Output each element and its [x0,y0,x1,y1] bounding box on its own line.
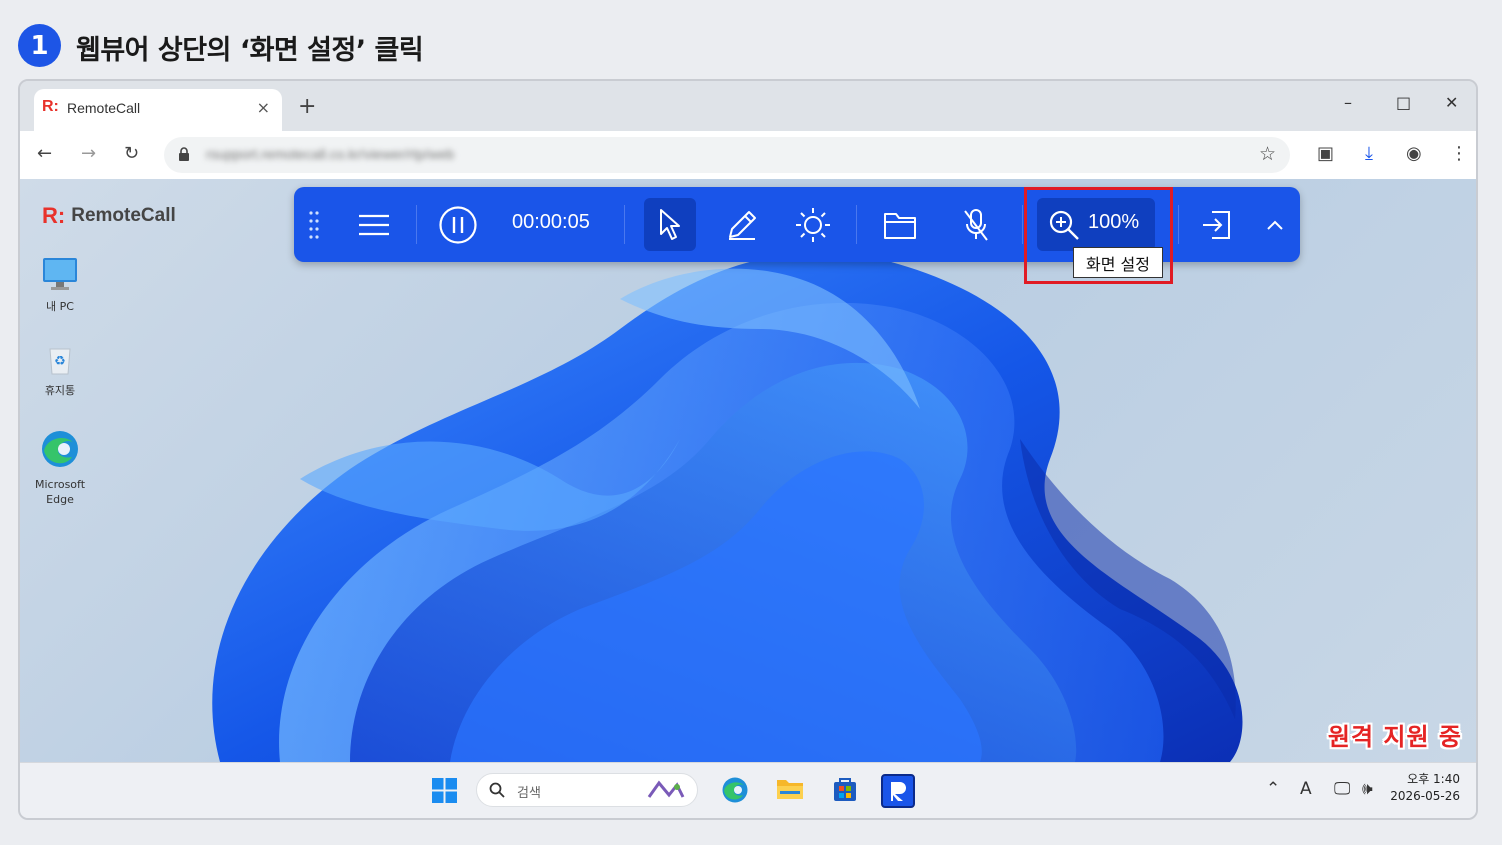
toolbar-separator [1022,205,1023,244]
brand-name: RemoteCall [71,205,176,226]
remote-support-status: 원격 지원 중 [1327,723,1462,751]
toolbar-separator [1178,205,1179,244]
tab-close-icon[interactable]: × [257,98,270,117]
toolbar-separator [624,205,625,244]
laser-pointer-icon[interactable] [791,187,835,262]
volume-icon[interactable]: 🕪 [1362,779,1373,799]
file-explorer-icon[interactable] [776,777,804,801]
more-menu-icon[interactable]: ⋮ [1450,143,1468,164]
windows-bloom-wallpaper [212,252,1243,762]
microsoft-store-icon[interactable] [832,776,858,802]
new-tab-button[interactable]: + [298,94,316,119]
tab-strip: R: RemoteCall × + – □ ✕ [20,81,1476,131]
edge-taskbar-icon[interactable] [721,776,749,804]
microphone-muted-icon[interactable] [954,187,998,262]
recycle-bin-icon: ♻ [49,348,71,375]
ime-indicator[interactable]: A [1300,779,1312,799]
network-icon[interactable]: 🖵 [1334,779,1350,799]
step-number-badge: 1 [18,24,61,67]
drag-handle-icon[interactable] [302,187,326,262]
desktop-icon-label: 내 PC [46,300,74,313]
search-highlight-illustration-icon [647,780,685,798]
callout-highlight-box [1024,187,1173,284]
session-timer: 00:00:05 [512,211,590,233]
monitor-icon [43,258,77,290]
browser-toolbar: ← → ↻ rsupport.remotecall.co.kr/viewer/r… [20,131,1476,179]
desktop-icon-label: Microsoft Edge [34,478,86,506]
menu-icon[interactable] [352,187,396,262]
lock-icon [179,147,189,161]
edge-icon [42,431,78,467]
desktop-icon-edge[interactable]: Microsoft Edge [20,429,100,507]
minimize-button[interactable]: – [1344,93,1352,112]
taskbar-search-box[interactable]: 검색 [476,773,698,807]
exit-session-icon[interactable] [1194,187,1238,262]
reading-mode-icon[interactable]: ▣ [1317,143,1334,164]
browser-window: R: RemoteCall × + – □ ✕ ← → ↻ rsupport.r… [18,79,1478,820]
mouse-pointer-icon[interactable] [648,187,692,262]
remotecall-brand-logo: R: RemoteCall [42,203,176,229]
folder-icon[interactable] [878,187,922,262]
browser-tab-remotecall[interactable]: R: RemoteCall × [34,89,282,131]
forward-arrow-icon[interactable]: → [81,143,96,164]
bookmark-star-icon[interactable]: ☆ [1259,143,1276,165]
pen-draw-icon[interactable] [720,187,764,262]
remotecall-mark-icon: R: [42,203,66,228]
desktop-icon-my-pc[interactable]: 내 PC [20,257,100,314]
remotecall-favicon-icon: R: [42,98,59,115]
download-icon[interactable]: ⤓ [1365,143,1373,164]
maximize-button[interactable]: □ [1396,93,1411,112]
taskbar-clock[interactable]: 오후 1:40 2026-05-26 [1390,771,1460,805]
svg-text:♻: ♻ [54,354,66,369]
address-bar[interactable]: rsupport.remotecall.co.kr/viewer/rtp/web… [164,137,1290,173]
back-arrow-icon[interactable]: ← [37,143,52,164]
tray-chevron-up-icon[interactable]: ⌃ [1266,779,1280,799]
pause-icon[interactable] [436,187,480,262]
remotecall-taskbar-icon[interactable] [881,774,915,808]
clock-time: 오후 1:40 [1407,772,1460,786]
tab-title: RemoteCall [67,100,141,116]
toolbar-separator [416,205,417,244]
reload-icon[interactable]: ↻ [124,143,139,164]
close-window-button[interactable]: ✕ [1445,93,1458,112]
collapse-chevron-up-icon[interactable] [1260,187,1290,262]
desktop-icon-recycle-bin[interactable]: ♻ 휴지통 [20,343,100,398]
url-text: rsupport.remotecall.co.kr/viewer/rtp/web [206,146,455,162]
windows-taskbar: 검색 ⌃ A 🖵 🕪 오후 1:40 2026-05-26 [20,762,1476,818]
clock-date: 2026-05-26 [1390,789,1460,803]
profile-icon[interactable]: ◉ [1406,143,1422,164]
desktop-icon-label: 휴지통 [44,384,76,397]
search-icon [489,782,505,798]
step-title: 웹뷰어 상단의 ‘화면 설정’ 클릭 [76,35,424,66]
remote-desktop-view[interactable]: R: RemoteCall 내 PC ♻ 휴지통 Microsoft Edge … [20,179,1476,762]
toolbar-separator [856,205,857,244]
search-placeholder: 검색 [517,786,541,801]
windows-start-icon[interactable] [432,778,457,803]
